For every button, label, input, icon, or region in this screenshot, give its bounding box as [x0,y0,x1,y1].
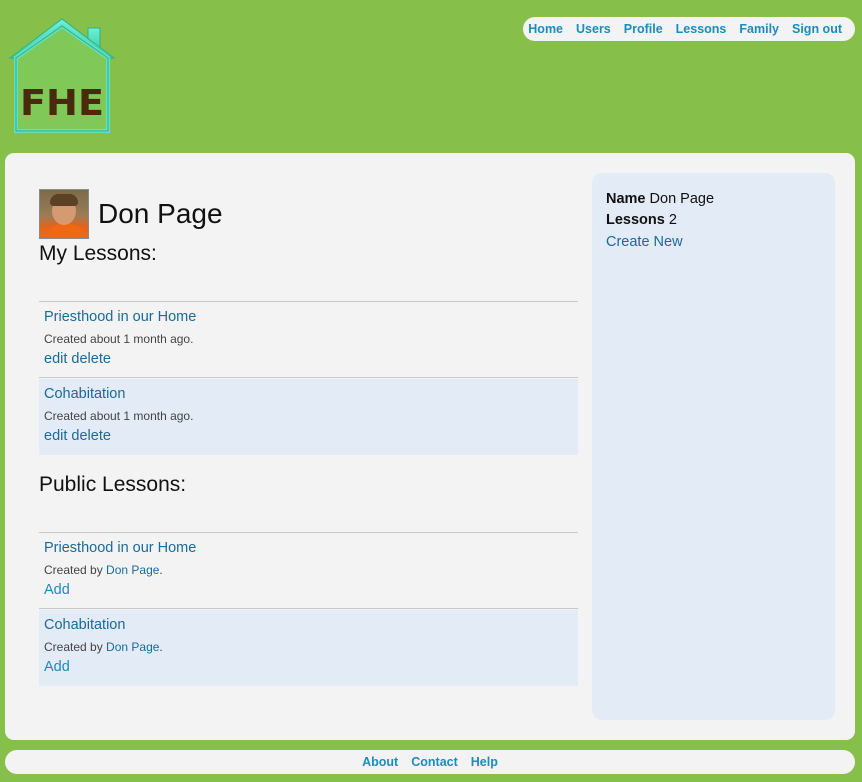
name-label: Name [606,191,646,207]
my-lessons-heading: My Lessons: [39,242,157,265]
logo-text: FHE [20,83,104,124]
edit-link[interactable]: edit [44,428,67,444]
lesson-title-link[interactable]: Priesthood in our Home [44,540,196,556]
add-link[interactable]: Add [44,582,70,598]
delete-link[interactable]: delete [71,428,111,444]
public-lessons-heading: Public Lessons: [39,473,187,496]
lesson-actions: Add [44,582,70,598]
footer-about[interactable]: About [362,755,398,769]
user-header: Don Page [39,188,223,240]
fhe-logo[interactable]: FHE [8,18,118,134]
footer-help[interactable]: Help [471,755,498,769]
lesson-meta: Created by Don Page. [44,563,163,577]
sidebar-lessons-row: Lessons 2 [606,212,677,228]
avatar [39,189,89,239]
name-value: Don Page [649,191,715,207]
author-link[interactable]: Don Page [106,640,159,654]
lesson-title-link[interactable]: Priesthood in our Home [44,309,196,325]
public-lesson-item: Priesthood in our Home Created by Don Pa… [39,533,578,609]
lesson-title-link[interactable]: Cohabitation [44,617,125,633]
lessons-count: 2 [668,212,677,228]
meta-suffix: . [159,563,163,577]
lesson-actions: edit delete [44,351,111,367]
main-panel: Don Page My Lessons: Priesthood in our H… [5,153,855,740]
sidebar-name-row: Name Don Page [606,191,714,207]
user-sidebar: Name Don Page Lessons 2 Create New [592,173,835,720]
footer-nav: About Contact Help [5,750,855,774]
lesson-meta: Created by Don Page. [44,640,163,654]
nav-lessons[interactable]: Lessons [676,22,727,36]
public-lesson-item: Cohabitation Created by Don Page. Add [39,610,578,686]
lesson-title-link[interactable]: Cohabitation [44,386,125,402]
top-nav: Home Users Profile Lessons Family Sign o… [523,17,855,41]
footer-contact[interactable]: Contact [411,755,458,769]
author-link[interactable]: Don Page [106,563,159,577]
nav-family[interactable]: Family [739,22,779,36]
nav-sign-out[interactable]: Sign out [792,22,842,36]
lesson-meta: Created about 1 month ago. [44,332,194,346]
nav-profile[interactable]: Profile [624,22,663,36]
nav-home[interactable]: Home [528,22,563,36]
create-new-link[interactable]: Create New [606,234,683,250]
add-link[interactable]: Add [44,659,70,675]
meta-prefix: Created by [44,640,103,654]
sidebar-create-row: Create New [606,234,683,250]
lesson-actions: edit delete [44,428,111,444]
lesson-actions: Add [44,659,70,675]
delete-link[interactable]: delete [71,351,111,367]
lesson-meta: Created about 1 month ago. [44,409,194,423]
lessons-label: Lessons [606,212,665,228]
meta-suffix: . [159,640,163,654]
user-name: Don Page [98,198,223,229]
my-lesson-item: Priesthood in our Home Created about 1 m… [39,302,578,378]
house-logo-icon: FHE [8,18,116,133]
nav-users[interactable]: Users [576,22,611,36]
my-lesson-item: Cohabitation Created about 1 month ago. … [39,379,578,455]
edit-link[interactable]: edit [44,351,67,367]
meta-prefix: Created by [44,563,103,577]
